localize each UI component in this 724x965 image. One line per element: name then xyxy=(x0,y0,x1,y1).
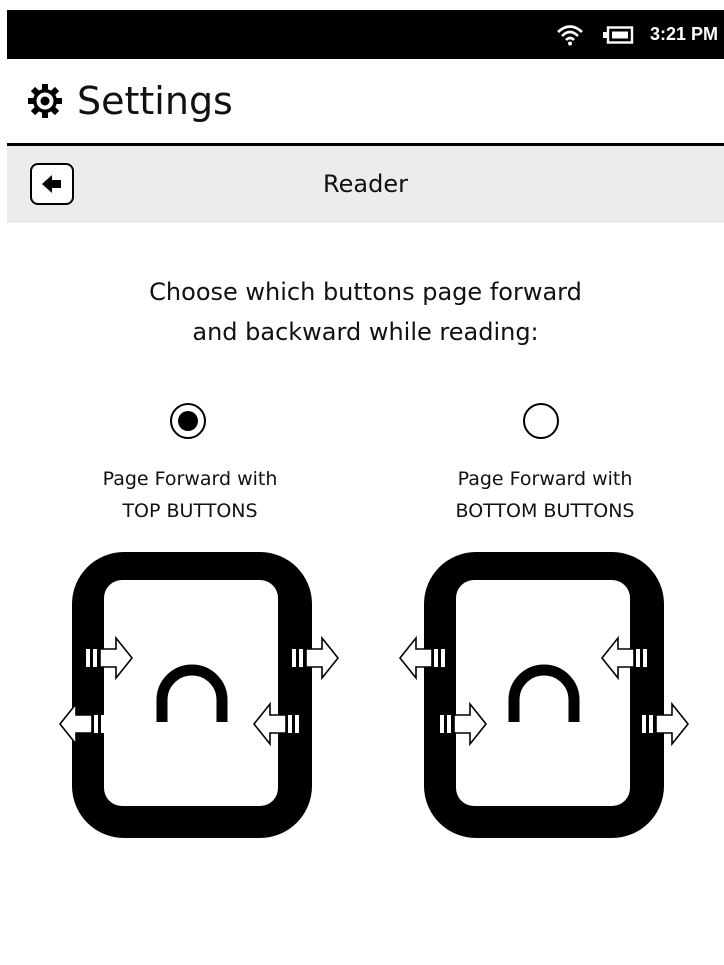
device-diagram-top-buttons[interactable] xyxy=(40,550,350,840)
instruction-line-2: and backward while reading: xyxy=(192,318,539,346)
option-bottom-buttons-label[interactable]: Page Forward with BOTTOM BUTTONS xyxy=(405,463,685,527)
status-time: 3:21 PM xyxy=(649,24,718,44)
battery-icon xyxy=(602,25,634,44)
arrow-left-icon xyxy=(41,174,63,194)
option-top-line-2: TOP BUTTONS xyxy=(122,500,258,522)
section-title: Reader xyxy=(323,170,408,198)
status-icons: 3:21 PM xyxy=(556,10,718,59)
radio-top-buttons[interactable] xyxy=(170,403,206,439)
instruction-line-1: Choose which buttons page forward xyxy=(149,278,582,306)
radio-selected-dot xyxy=(178,411,198,431)
left-edge xyxy=(0,0,7,965)
settings-header: Settings xyxy=(7,59,724,146)
option-top-line-1: Page Forward with xyxy=(102,468,278,490)
device-diagram-bottom-buttons[interactable] xyxy=(392,550,702,840)
option-bottom-line-2: BOTTOM BUTTONS xyxy=(455,500,635,522)
page-title: Settings xyxy=(77,79,233,123)
instruction-text: Choose which buttons page forward and ba… xyxy=(7,272,724,352)
option-bottom-line-1: Page Forward with xyxy=(457,468,633,490)
reader-subbar: Reader xyxy=(7,146,724,223)
back-button[interactable] xyxy=(30,163,74,205)
status-bar: 3:21 PM xyxy=(7,10,724,59)
gear-icon xyxy=(27,83,63,119)
option-top-buttons-label[interactable]: Page Forward with TOP BUTTONS xyxy=(50,463,330,527)
wifi-icon xyxy=(556,24,584,46)
radio-bottom-buttons[interactable] xyxy=(523,403,559,439)
